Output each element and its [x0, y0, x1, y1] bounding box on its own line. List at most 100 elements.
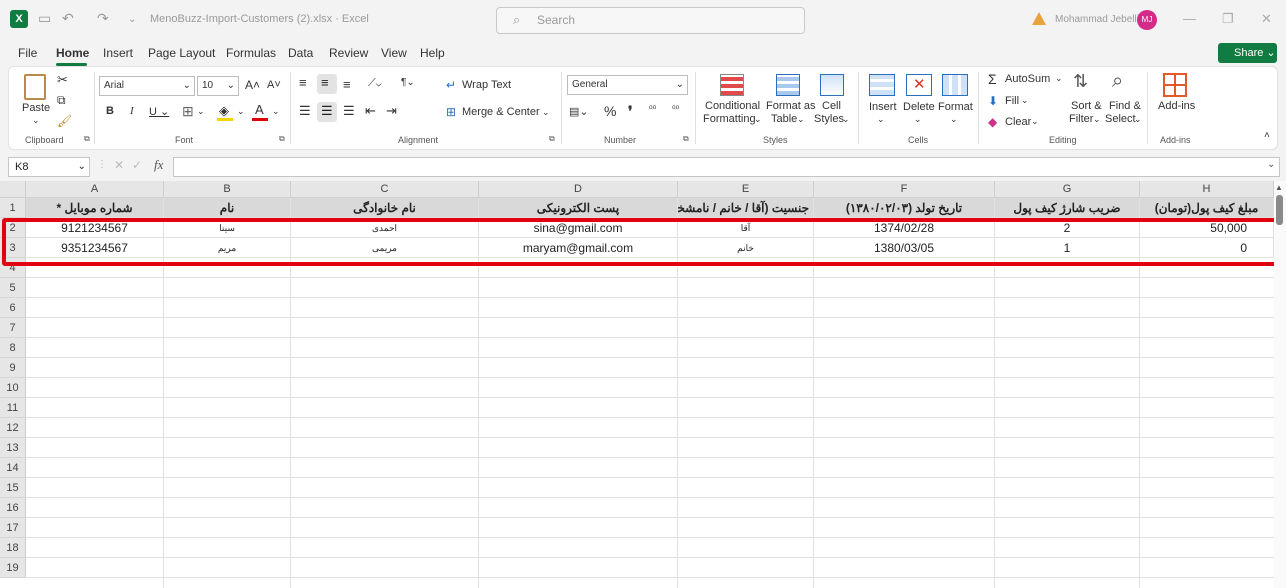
- insert-button[interactable]: Insert: [869, 101, 897, 113]
- paste-icon[interactable]: [24, 74, 46, 100]
- autosum-icon[interactable]: Σ: [988, 71, 997, 87]
- borders-icon[interactable]: ⊞: [182, 103, 194, 120]
- minimize-icon[interactable]: —: [1183, 11, 1196, 26]
- paste-button[interactable]: Paste: [22, 102, 50, 114]
- row-header-14[interactable]: 14: [0, 458, 26, 478]
- font-color-icon[interactable]: A: [255, 102, 264, 117]
- restore-icon[interactable]: ❐: [1222, 11, 1234, 27]
- align-middle-icon[interactable]: ≡: [317, 74, 337, 94]
- orientation-icon[interactable]: ⟋⌄: [368, 77, 382, 90]
- chevron-down-icon[interactable]: ⌄: [842, 114, 850, 125]
- increase-indent-icon[interactable]: ⇥: [386, 103, 397, 119]
- align-center-icon[interactable]: ☰: [317, 102, 337, 122]
- autosum-button[interactable]: AutoSum: [1005, 73, 1050, 85]
- chevron-down-icon[interactable]: ⌄: [1093, 114, 1101, 125]
- table-header-cell[interactable]: پست الکترونیکی: [479, 198, 678, 218]
- align-top-icon[interactable]: ≡: [299, 75, 307, 90]
- underline-button[interactable]: U ⌄: [149, 105, 169, 118]
- name-box[interactable]: K8 ⌄: [8, 157, 90, 177]
- number-format-select[interactable]: General ⌄: [567, 75, 688, 95]
- font-launcher-icon[interactable]: ⧉: [279, 134, 285, 144]
- scrollbar-thumb[interactable]: [1276, 195, 1283, 225]
- more-icon[interactable]: ⋮: [97, 159, 107, 170]
- column-header-h[interactable]: H: [1140, 181, 1274, 198]
- customize-toolbar-icon[interactable]: ⌄: [128, 14, 136, 25]
- row-header-13[interactable]: 13: [0, 438, 26, 458]
- sort-filter-label-2[interactable]: Filter: [1069, 113, 1093, 125]
- share-button[interactable]: Share ⌄: [1218, 43, 1277, 63]
- expand-formula-icon[interactable]: ⌄: [1267, 159, 1275, 170]
- chevron-down-icon[interactable]: ⌄: [237, 106, 245, 117]
- save-icon[interactable]: ▭: [38, 10, 51, 27]
- tab-data[interactable]: Data: [288, 46, 313, 60]
- column-header-e[interactable]: E: [678, 181, 814, 198]
- find-select-label-1[interactable]: Find &: [1109, 100, 1141, 112]
- format-painter-icon[interactable]: 🖌: [57, 114, 72, 128]
- table-header-cell[interactable]: ضریب شارژ کیف پول: [995, 198, 1140, 218]
- row-header-5[interactable]: 5: [0, 278, 26, 298]
- sort-filter-icon[interactable]: ⇅: [1073, 71, 1088, 92]
- conditional-formatting-label-1[interactable]: Conditional: [705, 100, 760, 112]
- conditional-formatting-icon[interactable]: [720, 74, 744, 96]
- row-header-12[interactable]: 12: [0, 418, 26, 438]
- vertical-scrollbar[interactable]: ▲: [1274, 181, 1286, 588]
- row-header-1[interactable]: 1: [0, 198, 26, 218]
- scroll-up-icon[interactable]: ▲: [1275, 183, 1283, 192]
- chevron-down-icon[interactable]: ⌄: [1134, 114, 1142, 125]
- add-ins-button[interactable]: Add-ins: [1158, 100, 1195, 112]
- chevron-down-icon[interactable]: ⌄: [542, 107, 550, 118]
- tab-home[interactable]: Home: [56, 46, 89, 60]
- fill-color-icon[interactable]: ◈: [219, 103, 229, 119]
- tab-view[interactable]: View: [381, 46, 407, 60]
- decrease-decimal-icon[interactable]: ⁰⁰: [672, 104, 679, 115]
- delete-cells-icon[interactable]: ✕: [906, 74, 932, 96]
- row-header-10[interactable]: 10: [0, 378, 26, 398]
- row-header-16[interactable]: 16: [0, 498, 26, 518]
- sort-filter-label-1[interactable]: Sort &: [1071, 100, 1102, 112]
- close-icon[interactable]: ✕: [1261, 11, 1272, 27]
- column-header-g[interactable]: G: [995, 181, 1140, 198]
- fill-icon[interactable]: ⬇: [988, 94, 998, 108]
- accounting-format-icon[interactable]: ▤⌄: [569, 105, 589, 118]
- tab-review[interactable]: Review: [329, 46, 368, 60]
- format-as-table-icon[interactable]: [776, 74, 800, 96]
- tab-help[interactable]: Help: [420, 46, 445, 60]
- table-header-cell[interactable]: تاریخ تولد (۱۳۸۰/۰۲/۰۳): [814, 198, 995, 218]
- font-size-select[interactable]: 10 ⌄: [197, 76, 239, 96]
- search-box[interactable]: ⌕ Search: [496, 7, 805, 34]
- formula-input[interactable]: [173, 157, 1280, 177]
- italic-button[interactable]: I: [130, 105, 134, 117]
- chevron-down-icon[interactable]: ⌄: [914, 114, 922, 125]
- redo-icon[interactable]: ↷: [97, 10, 109, 27]
- alignment-launcher-icon[interactable]: ⧉: [549, 134, 555, 144]
- number-launcher-icon[interactable]: ⧉: [683, 134, 689, 144]
- tab-page-layout[interactable]: Page Layout: [148, 46, 215, 60]
- chevron-down-icon[interactable]: ⌄: [1031, 116, 1039, 127]
- tab-insert[interactable]: Insert: [103, 46, 133, 60]
- tab-formulas[interactable]: Formulas: [226, 46, 276, 60]
- chevron-down-icon[interactable]: ⌄: [950, 114, 958, 125]
- clipboard-launcher-icon[interactable]: ⧉: [84, 134, 90, 144]
- table-header-cell[interactable]: شماره موبایل *: [26, 198, 164, 218]
- chevron-down-icon[interactable]: ⌄: [197, 106, 205, 117]
- chevron-down-icon[interactable]: ⌄: [1021, 95, 1029, 106]
- select-all-corner[interactable]: [0, 181, 26, 198]
- find-select-label-2[interactable]: Select: [1105, 113, 1136, 125]
- row-header-11[interactable]: 11: [0, 398, 26, 418]
- align-right-icon[interactable]: ☰: [343, 103, 355, 119]
- clear-icon[interactable]: ◆: [988, 115, 997, 129]
- row-header-6[interactable]: 6: [0, 298, 26, 318]
- column-header-f[interactable]: F: [814, 181, 995, 198]
- chevron-down-icon[interactable]: ⌄: [877, 114, 885, 125]
- table-header-cell[interactable]: نام: [164, 198, 291, 218]
- format-cells-icon[interactable]: [942, 74, 968, 96]
- column-header-c[interactable]: C: [291, 181, 479, 198]
- chevron-down-icon[interactable]: ⌄: [797, 114, 805, 125]
- column-header-b[interactable]: B: [164, 181, 291, 198]
- cell-styles-label-1[interactable]: Cell: [822, 100, 841, 112]
- align-left-icon[interactable]: ☰: [299, 103, 311, 119]
- cell-styles-label-2[interactable]: Styles: [814, 113, 844, 125]
- row-header-8[interactable]: 8: [0, 338, 26, 358]
- font-name-select[interactable]: Arial ⌄: [99, 76, 195, 96]
- conditional-formatting-label-2[interactable]: Formatting: [703, 113, 756, 125]
